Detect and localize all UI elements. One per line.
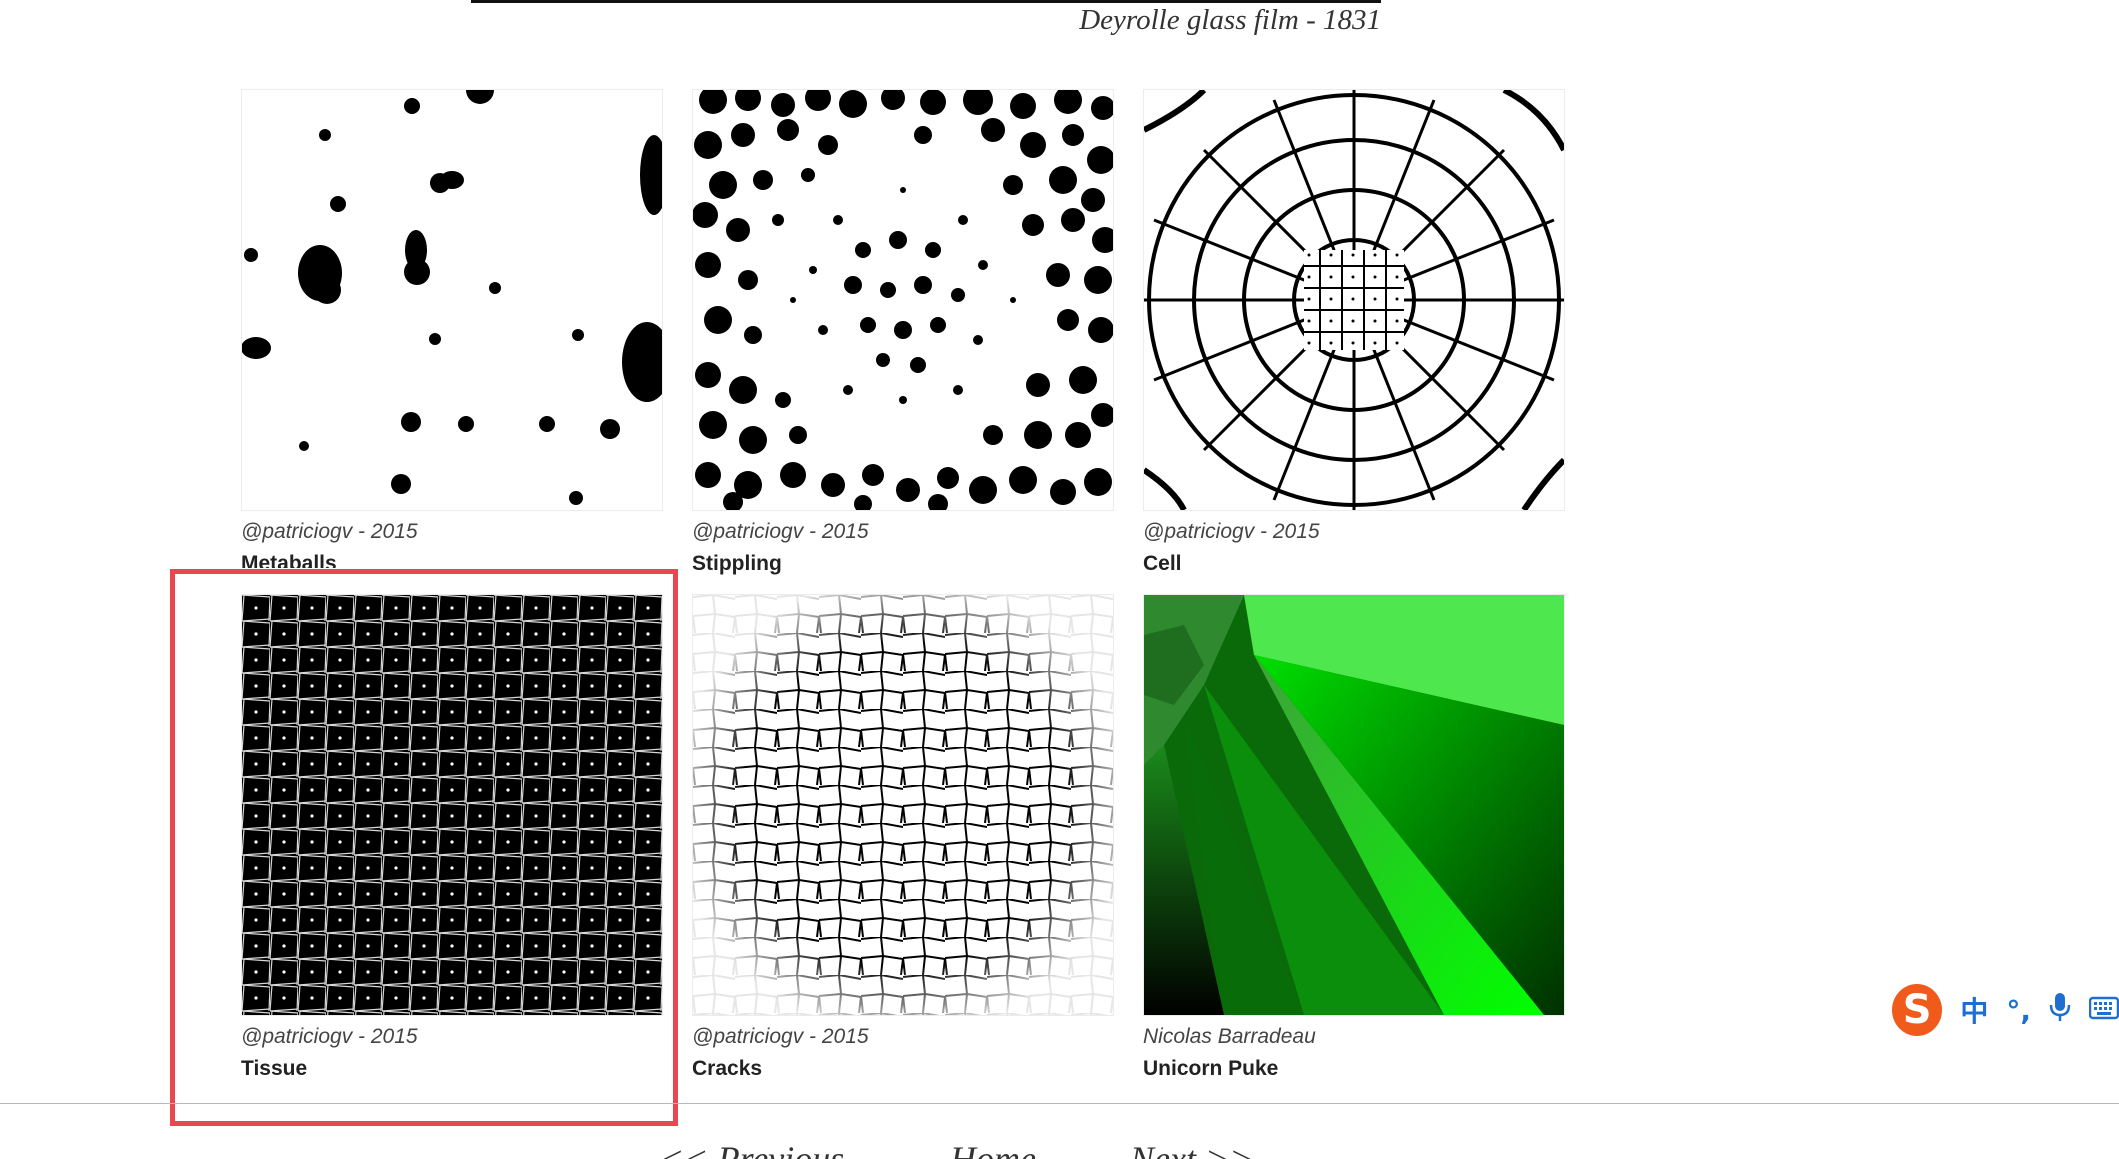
card-author: @patriciogv - 2015 [1143,520,1320,543]
stippling-thumbnail[interactable] [692,89,1114,511]
tissue-image [242,595,662,1015]
keyboard-icon[interactable] [2088,994,2119,1027]
metaballs-image [242,90,662,510]
card-title[interactable]: Tissue [241,1057,307,1081]
card-title[interactable]: Metaballs [241,552,337,568]
cell-image [1144,90,1564,510]
figure-caption: Deyrolle glass film - 1831 [1079,4,1381,36]
tissue-thumbnail[interactable] [241,594,663,1016]
stippling-image [693,90,1113,510]
ime-punctuation-toggle[interactable]: °, [2006,994,2031,1027]
card-title[interactable]: Stippling [692,552,782,576]
page: Deyrolle glass film - 1831 @patriciogv -… [0,0,2119,1159]
pager-next-link[interactable]: Next >> [1130,1138,1254,1159]
card-author: @patriciogv - 2015 [692,520,869,543]
card-author: @patriciogv - 2015 [241,1025,418,1048]
cracks-image [693,595,1113,1015]
metaballs-thumbnail[interactable] [241,89,663,511]
card-author: @patriciogv - 2015 [241,520,418,543]
pager-previous-link[interactable]: << Previous [660,1138,844,1159]
card-author: Nicolas Barradeau [1143,1025,1316,1048]
ime-language-toggle[interactable]: 中 [1960,990,1988,1030]
card-title[interactable]: Unicorn Puke [1143,1057,1278,1081]
pager-home-link[interactable]: Home [950,1138,1036,1159]
unicorn-puke-image [1144,595,1564,1015]
cracks-thumbnail[interactable] [692,594,1114,1016]
cell-thumbnail[interactable] [1143,89,1565,511]
top-image-bottom-edge [471,0,1381,3]
card-title[interactable]: Cell [1143,552,1182,576]
card-title[interactable]: Cracks [692,1057,762,1081]
ime-toolbar[interactable]: S 中 °, [1892,980,2119,1040]
card-author: @patriciogv - 2015 [692,1025,869,1048]
ime-logo-icon[interactable]: S [1892,984,1943,1036]
footer-divider [0,1103,2119,1104]
microphone-icon[interactable] [2049,992,2071,1029]
unicorn-puke-thumbnail[interactable] [1143,594,1565,1016]
